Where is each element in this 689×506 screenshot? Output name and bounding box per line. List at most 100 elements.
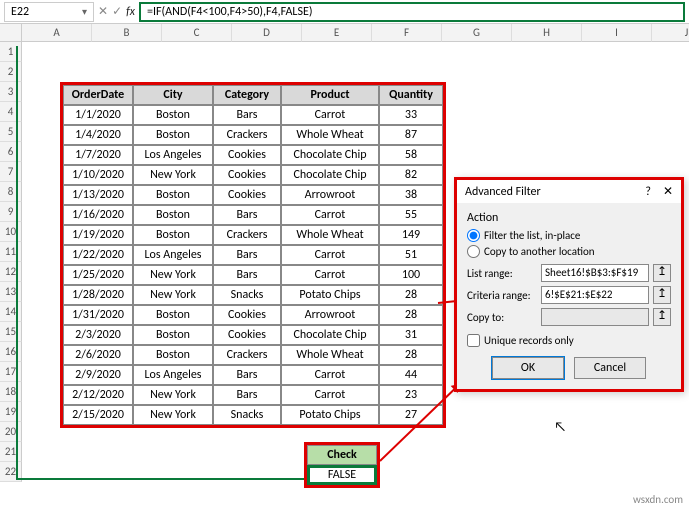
table-cell[interactable]: 87 (379, 125, 443, 145)
row-header[interactable]: 20 (0, 422, 22, 442)
table-cell[interactable]: 2/6/2020 (63, 345, 133, 365)
list-range-input[interactable]: Sheet16!$B$3:$F$19 (541, 264, 649, 282)
table-cell[interactable]: Chocolate Chip (281, 325, 379, 345)
table-cell[interactable]: Chocolate Chip (281, 145, 379, 165)
table-cell[interactable]: Boston (133, 205, 213, 225)
table-cell[interactable]: 1/13/2020 (63, 185, 133, 205)
table-cell[interactable]: Carrot (281, 265, 379, 285)
table-cell[interactable]: 1/22/2020 (63, 245, 133, 265)
radio-inplace-input[interactable] (467, 229, 480, 242)
column-header[interactable]: C (162, 24, 232, 42)
table-cell[interactable]: Bars (213, 245, 281, 265)
row-header[interactable]: 11 (0, 242, 22, 262)
radio-filter-inplace[interactable]: Filter the list, in-place (467, 229, 671, 242)
table-cell[interactable]: 1/31/2020 (63, 305, 133, 325)
table-cell[interactable]: Cookies (213, 165, 281, 185)
criteria-range-input[interactable]: 6!$E$21:$E$22 (541, 286, 649, 304)
table-cell[interactable]: 33 (379, 105, 443, 125)
table-cell[interactable]: 31 (379, 325, 443, 345)
table-cell[interactable]: Los Angeles (133, 145, 213, 165)
dialog-titlebar[interactable]: Advanced Filter ? ✕ (457, 180, 681, 203)
unique-records-checkbox[interactable] (467, 334, 480, 347)
table-cell[interactable]: Los Angeles (133, 365, 213, 385)
check-header[interactable]: Check (307, 445, 377, 465)
table-cell[interactable]: 1/7/2020 (63, 145, 133, 165)
row-header[interactable]: 3 (0, 82, 22, 102)
row-header[interactable]: 19 (0, 402, 22, 422)
table-cell[interactable]: 1/25/2020 (63, 265, 133, 285)
table-cell[interactable]: New York (133, 265, 213, 285)
table-cell[interactable]: Bars (213, 265, 281, 285)
confirm-icon[interactable]: ✓ (112, 4, 122, 19)
table-cell[interactable]: Snacks (213, 405, 281, 425)
row-header[interactable]: 15 (0, 322, 22, 342)
table-cell[interactable]: 149 (379, 225, 443, 245)
row-header[interactable]: 6 (0, 142, 22, 162)
table-cell[interactable]: Whole Wheat (281, 225, 379, 245)
table-cell[interactable]: Bars (213, 205, 281, 225)
row-header[interactable]: 12 (0, 262, 22, 282)
table-cell[interactable]: Boston (133, 185, 213, 205)
table-cell[interactable]: 44 (379, 365, 443, 385)
table-cell[interactable]: Crackers (213, 225, 281, 245)
table-cell[interactable]: 1/16/2020 (63, 205, 133, 225)
column-header[interactable]: D (232, 24, 302, 42)
table-cell[interactable]: 38 (379, 185, 443, 205)
fx-icon[interactable]: fx (126, 5, 135, 19)
table-cell[interactable]: Potato Chips (281, 285, 379, 305)
table-cell[interactable]: Cookies (213, 325, 281, 345)
table-cell[interactable]: New York (133, 285, 213, 305)
column-header[interactable]: B (92, 24, 162, 42)
table-cell[interactable]: New York (133, 385, 213, 405)
ok-button[interactable]: OK (492, 357, 564, 379)
table-cell[interactable]: 1/19/2020 (63, 225, 133, 245)
table-cell[interactable]: Whole Wheat (281, 345, 379, 365)
row-header[interactable]: 17 (0, 362, 22, 382)
cancel-button[interactable]: Cancel (574, 357, 646, 379)
table-cell[interactable]: Cookies (213, 145, 281, 165)
range-select-icon[interactable]: ↥ (653, 264, 671, 282)
col-quantity[interactable]: Quantity (379, 85, 443, 105)
row-header[interactable]: 16 (0, 342, 22, 362)
close-icon[interactable]: ✕ (663, 184, 673, 199)
table-cell[interactable]: 2/3/2020 (63, 325, 133, 345)
check-value-cell[interactable]: FALSE (307, 465, 377, 485)
range-select-icon[interactable]: ↥ (653, 286, 671, 304)
table-cell[interactable]: Carrot (281, 105, 379, 125)
table-cell[interactable]: Carrot (281, 385, 379, 405)
column-header[interactable]: G (442, 24, 512, 42)
table-cell[interactable]: Cookies (213, 185, 281, 205)
table-cell[interactable]: Boston (133, 225, 213, 245)
table-cell[interactable]: Carrot (281, 365, 379, 385)
table-cell[interactable]: 82 (379, 165, 443, 185)
table-cell[interactable]: Arrowroot (281, 185, 379, 205)
row-header[interactable]: 21 (0, 442, 22, 462)
table-cell[interactable]: Boston (133, 125, 213, 145)
col-product[interactable]: Product (281, 85, 379, 105)
table-cell[interactable]: 2/15/2020 (63, 405, 133, 425)
help-icon[interactable]: ? (645, 185, 651, 199)
column-header[interactable]: E (302, 24, 372, 42)
row-header[interactable]: 9 (0, 202, 22, 222)
table-cell[interactable]: Los Angeles (133, 245, 213, 265)
table-cell[interactable]: Boston (133, 345, 213, 365)
chevron-down-icon[interactable]: ▾ (82, 5, 87, 18)
row-header[interactable]: 14 (0, 302, 22, 322)
table-cell[interactable]: Crackers (213, 345, 281, 365)
table-cell[interactable]: Bars (213, 365, 281, 385)
table-cell[interactable]: 28 (379, 345, 443, 365)
row-header[interactable]: 5 (0, 122, 22, 142)
row-header[interactable]: 10 (0, 222, 22, 242)
table-cell[interactable]: 1/1/2020 (63, 105, 133, 125)
table-cell[interactable]: Cookies (213, 305, 281, 325)
select-all-corner[interactable] (0, 24, 22, 42)
table-cell[interactable]: Chocolate Chip (281, 165, 379, 185)
column-header[interactable]: J (652, 24, 689, 42)
table-cell[interactable]: 51 (379, 245, 443, 265)
row-header[interactable]: 18 (0, 382, 22, 402)
table-cell[interactable]: Potato Chips (281, 405, 379, 425)
table-cell[interactable]: Whole Wheat (281, 125, 379, 145)
column-header[interactable]: H (512, 24, 582, 42)
table-cell[interactable]: Bars (213, 105, 281, 125)
column-header[interactable]: I (582, 24, 652, 42)
